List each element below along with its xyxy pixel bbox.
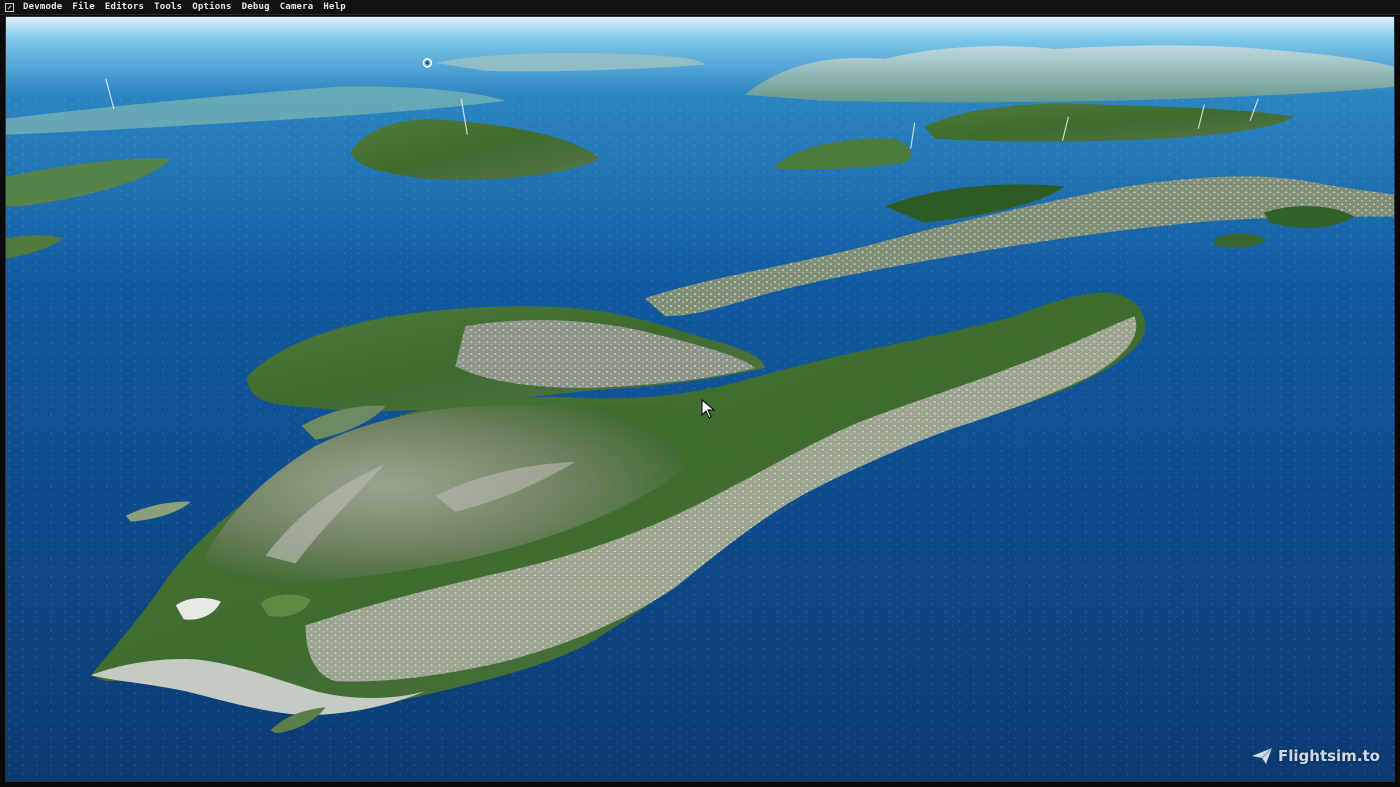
menu-tools[interactable]: Tools [149, 2, 187, 12]
menu-devmode[interactable]: Devmode [18, 2, 67, 12]
menu-file[interactable]: File [67, 2, 99, 12]
mouse-pointer-icon [701, 399, 716, 419]
menu-camera[interactable]: Camera [275, 2, 319, 12]
sim-viewport[interactable]: Flightsim.to [5, 16, 1395, 782]
menu-bar: Devmode File Editors Tools Options Debug… [0, 0, 1400, 15]
watermark-text: Flightsim.to [1278, 747, 1380, 765]
menu-options[interactable]: Options [187, 2, 236, 12]
aerial-scenery [6, 17, 1394, 781]
menu-editors[interactable]: Editors [100, 2, 149, 12]
menu-help[interactable]: Help [318, 2, 350, 12]
menu-debug[interactable]: Debug [237, 2, 275, 12]
watermark: Flightsim.to [1251, 747, 1380, 765]
devmode-icon[interactable] [5, 2, 14, 12]
paper-plane-icon [1252, 747, 1273, 764]
